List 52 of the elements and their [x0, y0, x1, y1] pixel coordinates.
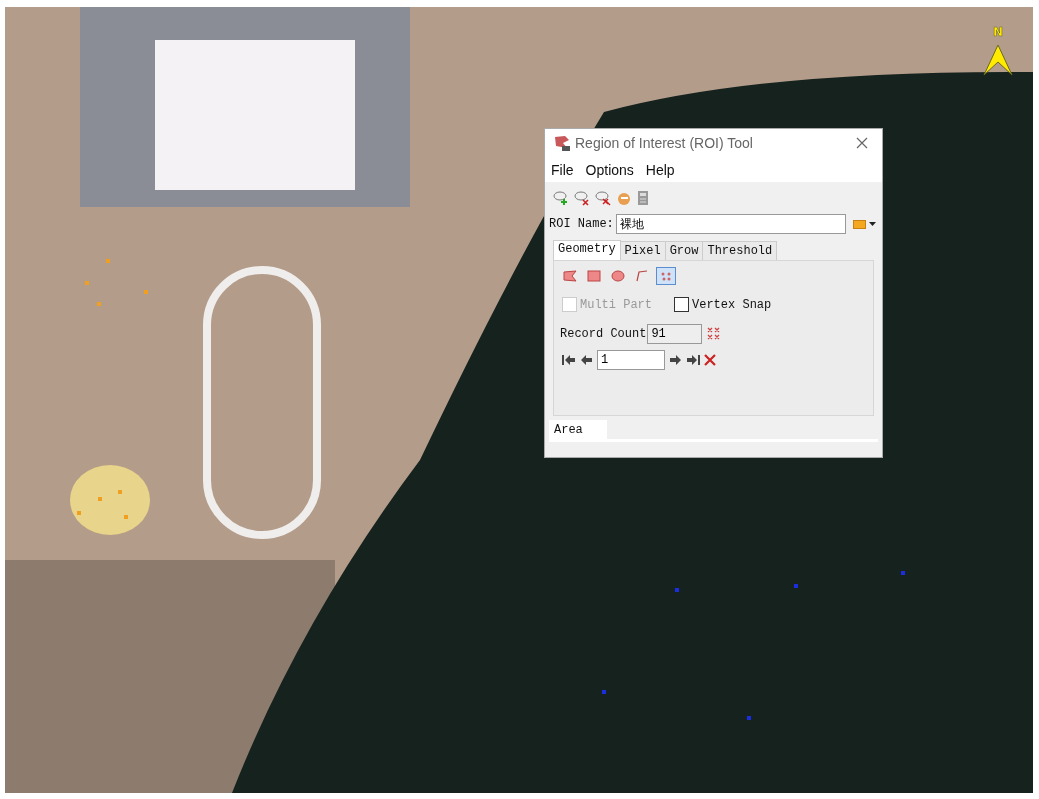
caret-icon — [869, 221, 876, 227]
tab[interactable]: Threshold — [702, 241, 778, 260]
roi-point — [675, 588, 679, 592]
roi-point — [85, 281, 89, 285]
roi-delete-all-icon[interactable] — [595, 190, 611, 206]
roi-add-icon[interactable] — [553, 190, 569, 206]
tab[interactable]: Geometry — [553, 240, 621, 260]
roi-point — [747, 716, 751, 720]
roi-point — [794, 584, 798, 588]
calculator-icon[interactable] — [637, 190, 649, 206]
menu-item[interactable]: File — [551, 161, 574, 178]
rectangle-tool-button[interactable] — [584, 267, 604, 285]
roi-point — [118, 490, 122, 494]
roi-point — [106, 259, 110, 263]
roi-name-field[interactable]: 裸地 — [615, 214, 846, 234]
points-icon — [659, 270, 673, 282]
roi-name-label: ROI Name: — [549, 217, 614, 231]
north-label: N — [993, 25, 1003, 39]
roi-point — [144, 290, 148, 294]
last-record-icon[interactable] — [686, 354, 700, 366]
north-arrow-icon — [983, 44, 1013, 76]
checkbox-option[interactable]: Vertex Snap — [674, 297, 772, 312]
next-record-icon[interactable] — [669, 354, 682, 366]
record-count-field[interactable]: 91 — [647, 324, 703, 344]
polygon-icon — [563, 270, 577, 282]
roi-point — [901, 571, 905, 575]
tab[interactable]: Area — [549, 420, 607, 439]
roi-logo-icon — [553, 134, 571, 152]
roi-delete-icon[interactable] — [574, 190, 590, 206]
point-tool-button[interactable] — [656, 267, 676, 285]
delete-all-records-icon[interactable] — [707, 327, 722, 341]
color-swatch — [853, 219, 866, 229]
roi-point — [77, 511, 81, 515]
menu-item[interactable]: Help — [645, 161, 675, 178]
window-title: Region of Interest (ROI) Tool — [575, 135, 754, 151]
roi-point — [124, 515, 128, 519]
rectangle-icon — [587, 270, 601, 282]
color-dropdown[interactable] — [851, 217, 878, 231]
ellipse-tool-button[interactable] — [608, 267, 628, 285]
ellipse-icon — [611, 270, 625, 282]
first-record-icon[interactable] — [562, 354, 576, 366]
tab[interactable]: Pixel — [619, 241, 666, 260]
roi-point — [97, 302, 101, 306]
polyline-icon — [635, 270, 649, 282]
polygon-tool-button[interactable] — [560, 267, 580, 285]
delete-record-icon[interactable] — [704, 354, 716, 366]
menu-item[interactable]: Options — [585, 161, 634, 178]
previous-record-icon[interactable] — [580, 354, 593, 366]
record-count-label: Record Count — [560, 327, 647, 341]
roi-point — [98, 497, 102, 501]
roi-point — [602, 690, 606, 694]
record-number-field[interactable]: 1 — [597, 350, 665, 370]
